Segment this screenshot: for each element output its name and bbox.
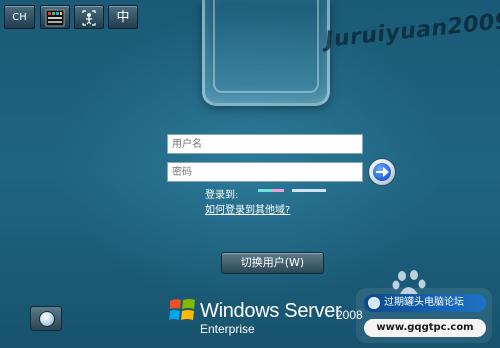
brand-edition: Enterprise bbox=[200, 322, 255, 336]
domain-value-segment-1 bbox=[258, 189, 272, 192]
arrow-right-icon bbox=[376, 167, 389, 177]
language-ch-button[interactable]: CH bbox=[4, 5, 35, 29]
ease-of-access-icon bbox=[39, 311, 55, 327]
forum-logo-icon bbox=[368, 297, 380, 309]
forum-url: www.gqgtpc.com bbox=[364, 319, 486, 337]
forum-name: 过期罐头电脑论坛 bbox=[384, 297, 464, 308]
username-input[interactable] bbox=[167, 134, 363, 154]
keyboard-layout-button[interactable] bbox=[40, 5, 70, 29]
switch-user-button[interactable]: 切换用户(W) bbox=[221, 252, 324, 274]
brand-product-name: Windows Server bbox=[200, 300, 342, 322]
language-ch-label: CH bbox=[12, 12, 27, 23]
forum-name-banner: 过期罐头电脑论坛 bbox=[364, 294, 486, 312]
password-input[interactable] bbox=[167, 162, 363, 182]
keyboard-layout-icon bbox=[45, 9, 65, 27]
go-button[interactable] bbox=[368, 158, 396, 186]
accessibility-figure-icon bbox=[82, 10, 96, 26]
ease-of-access-toolbar-button[interactable] bbox=[74, 5, 104, 29]
input-mode-label: 中 bbox=[116, 10, 130, 25]
domain-value-segment-2 bbox=[272, 189, 284, 192]
input-mode-button[interactable]: 中 bbox=[108, 5, 138, 29]
domain-value-segment-3 bbox=[292, 189, 326, 192]
switch-user-label: 切换用户(W) bbox=[240, 256, 305, 269]
windows-logo-icon bbox=[169, 299, 195, 320]
login-to-label: 登录到: bbox=[205, 190, 239, 201]
user-tile-frame bbox=[213, 0, 319, 93]
other-domain-link[interactable]: 如何登录到其他域? bbox=[205, 201, 290, 216]
forum-watermark: 过期罐头电脑论坛 www.gqgtpc.com bbox=[356, 288, 492, 343]
user-tile[interactable] bbox=[202, 0, 330, 106]
ease-of-access-button[interactable] bbox=[30, 306, 62, 331]
